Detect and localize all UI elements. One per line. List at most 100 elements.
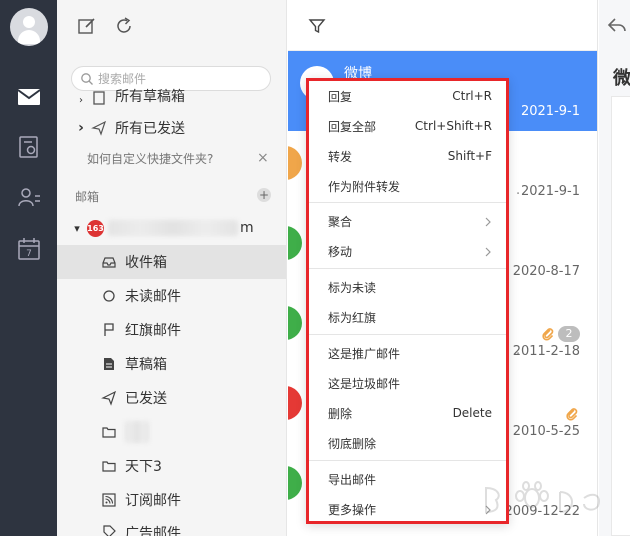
sender-avatar xyxy=(288,466,302,500)
app-rail: 7 xyxy=(0,0,57,536)
menu-item-more[interactable]: 更多操作 xyxy=(309,494,506,524)
folder-icon xyxy=(101,458,117,474)
send-icon xyxy=(101,390,117,406)
message-date: 2021-9-1 xyxy=(520,104,580,119)
folder-custom-blurred[interactable] xyxy=(57,415,286,449)
circle-icon xyxy=(101,288,117,304)
menu-item-spam[interactable]: 这是垃圾邮件 xyxy=(309,368,506,398)
folder-label: 所有已发送 xyxy=(115,121,185,137)
rss-icon xyxy=(101,492,117,508)
folder-pane: › 所有草稿箱 › 所有已发送 如何自定义快捷文件夹? × 邮箱 + ▾ 163… xyxy=(57,0,287,536)
contacts-book-icon[interactable] xyxy=(16,134,42,160)
folder-label: 未读邮件 xyxy=(125,289,181,305)
account-email-blurred xyxy=(108,220,238,236)
filter-icon[interactable] xyxy=(308,17,326,35)
close-icon[interactable]: × xyxy=(257,151,269,165)
reader-card xyxy=(611,96,630,536)
folder-label: 天下3 xyxy=(125,459,162,475)
folder-label: 草稿箱 xyxy=(125,357,167,373)
reply-back-icon[interactable] xyxy=(607,16,627,34)
menu-item-shortcut: Delete xyxy=(452,406,492,420)
flag-icon xyxy=(101,322,117,338)
folder-label: 已发送 xyxy=(125,391,167,407)
attachment-icon xyxy=(566,407,578,421)
menu-item-aggregate[interactable]: 聚合 xyxy=(309,206,506,236)
calendar-day: 7 xyxy=(26,249,32,259)
refresh-icon[interactable] xyxy=(114,16,134,36)
menu-item-label: 标为未读 xyxy=(328,280,377,295)
reading-pane: 微 xyxy=(599,0,630,536)
menu-separator xyxy=(309,268,506,269)
folder-drafts[interactable]: 草稿箱 xyxy=(57,347,286,381)
custom-folder-hint[interactable]: 如何自定义快捷文件夹? xyxy=(87,150,213,167)
menu-item-delete[interactable]: 删除 Delete xyxy=(309,398,506,428)
expand-caret-icon: › xyxy=(78,120,84,136)
message-snippet: . xyxy=(516,183,521,198)
menu-item-shortcut: Shift+F xyxy=(447,149,492,163)
menu-item-label: 回复全部 xyxy=(328,119,377,134)
reader-subject: 微 xyxy=(613,68,630,89)
inbox-icon xyxy=(101,254,117,270)
folder-label: 订阅邮件 xyxy=(125,493,181,509)
menu-item-export[interactable]: 导出邮件 xyxy=(309,464,506,494)
menu-item-mark-flag[interactable]: 标为红旗 xyxy=(309,302,506,332)
sender-avatar xyxy=(288,386,302,420)
expand-caret-icon: › xyxy=(79,95,83,106)
menu-item-label: 导出邮件 xyxy=(328,472,377,487)
sender-avatar xyxy=(288,226,302,260)
sender-avatar xyxy=(288,146,302,180)
folder-sent[interactable]: 已发送 xyxy=(57,381,286,415)
menu-item-label: 作为附件转发 xyxy=(328,179,401,194)
menu-item-label: 标为红旗 xyxy=(328,310,377,325)
folder-label: 红旗邮件 xyxy=(125,323,181,339)
send-icon xyxy=(91,120,107,136)
avatar-body xyxy=(18,30,40,44)
menu-item-label: 这是推广邮件 xyxy=(328,346,401,361)
menu-item-mark-unread[interactable]: 标为未读 xyxy=(309,272,506,302)
menu-item-shortcut: Ctrl+R xyxy=(452,89,492,103)
account-email-suffix: m xyxy=(240,220,254,236)
menu-item-move[interactable]: 移动 xyxy=(309,236,506,266)
folder-label: 所有草稿箱 xyxy=(115,89,185,105)
menu-item-label: 这是垃圾邮件 xyxy=(328,376,401,391)
mail-icon[interactable] xyxy=(16,84,42,110)
account-row[interactable]: ▾ 163 m xyxy=(57,211,286,245)
folder-all-drafts[interactable]: › 所有草稿箱 xyxy=(57,80,286,106)
thread-count-badge: 2 xyxy=(558,326,580,342)
folder-flagged[interactable]: 红旗邮件 xyxy=(57,313,286,347)
menu-item-label: 彻底删除 xyxy=(328,436,377,451)
menu-item-reply[interactable]: 回复 Ctrl+R xyxy=(309,81,506,111)
menu-item-label: 转发 xyxy=(328,149,353,164)
add-folder-button[interactable]: + xyxy=(257,188,271,202)
message-date: 2011-2-18 xyxy=(512,344,580,359)
context-menu: 回复 Ctrl+R 回复全部 Ctrl+Shift+R 转发 Shift+F 作… xyxy=(306,78,509,524)
menu-item-reply-all[interactable]: 回复全部 Ctrl+Shift+R xyxy=(309,111,506,141)
menu-item-label: 聚合 xyxy=(328,214,353,229)
folder-tianxia3[interactable]: 天下3 xyxy=(57,449,286,483)
menu-item-promo[interactable]: 这是推广邮件 xyxy=(309,338,506,368)
folder-ads[interactable]: 广告邮件 xyxy=(57,517,286,536)
avatar-head xyxy=(23,16,35,28)
message-date: 2010-5-25 xyxy=(512,424,580,439)
chevron-right-icon xyxy=(484,216,492,227)
folder-inbox[interactable]: 收件箱 xyxy=(57,245,286,279)
attachment-icon xyxy=(542,327,554,341)
calendar-icon[interactable]: 7 xyxy=(16,236,42,262)
menu-separator xyxy=(309,460,506,461)
avatar[interactable] xyxy=(10,8,48,46)
menu-item-forward-as-attachment[interactable]: 作为附件转发 xyxy=(309,171,506,201)
menu-item-forward[interactable]: 转发 Shift+F xyxy=(309,141,506,171)
folder-icon xyxy=(101,424,117,440)
folder-all-sent[interactable]: › 所有已发送 xyxy=(57,111,286,145)
compose-icon[interactable] xyxy=(77,16,97,36)
menu-item-label: 删除 xyxy=(328,406,353,421)
menu-separator xyxy=(309,202,506,203)
menu-item-shortcut: Ctrl+Shift+R xyxy=(414,119,492,133)
menu-item-label: 移动 xyxy=(328,244,353,259)
tag-icon xyxy=(101,523,117,536)
folder-subscriptions[interactable]: 订阅邮件 xyxy=(57,483,286,517)
person-list-icon[interactable] xyxy=(16,184,42,210)
watermark-logo xyxy=(485,481,600,514)
menu-item-delete-permanently[interactable]: 彻底删除 xyxy=(309,428,506,458)
folder-unread[interactable]: 未读邮件 xyxy=(57,279,286,313)
